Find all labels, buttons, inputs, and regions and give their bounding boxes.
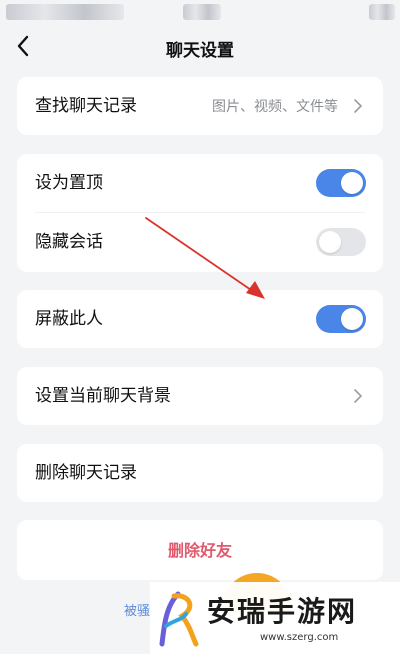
watermark-url: www.szerg.com: [260, 632, 339, 643]
search-history-hint: 图片、视频、文件等: [212, 99, 338, 115]
search-history-card: 查找聊天记录 图片、视频、文件等: [17, 77, 383, 135]
block-label: 屏蔽此人: [35, 309, 103, 329]
chevron-right-icon: [354, 389, 362, 403]
pin-toggle[interactable]: [316, 169, 366, 197]
toggle-knob: [319, 231, 341, 253]
search-history-label: 查找聊天记录: [35, 96, 137, 116]
status-bar-blur: [6, 4, 124, 20]
delete-friend-card: 删除好友: [17, 520, 383, 580]
pin-hide-card: 设为置顶 隐藏会话: [17, 154, 383, 272]
hide-label: 隐藏会话: [35, 232, 103, 252]
watermark-title: 安瑞手游网: [207, 595, 358, 628]
block-toggle[interactable]: [316, 305, 366, 333]
background-card: 设置当前聊天背景: [17, 367, 383, 425]
clear-history-label: 删除聊天记录: [35, 463, 137, 483]
clear-history-card: 删除聊天记录: [17, 444, 383, 502]
site-watermark: 安瑞手游网 www.szerg.com: [150, 582, 400, 654]
pin-row: 设为置顶: [17, 154, 383, 212]
search-history-row[interactable]: 查找聊天记录 图片、视频、文件等: [17, 77, 383, 135]
status-bar-blur: [183, 4, 221, 20]
block-row: 屏蔽此人: [17, 290, 383, 348]
page-title: 聊天设置: [166, 41, 234, 61]
watermark-logo-icon: [159, 591, 199, 647]
toggle-knob: [341, 308, 363, 330]
pin-label: 设为置顶: [35, 173, 103, 193]
status-bar: [0, 0, 400, 24]
background-row[interactable]: 设置当前聊天背景: [17, 367, 383, 425]
hide-row: 隐藏会话: [17, 213, 383, 271]
block-card: 屏蔽此人: [17, 290, 383, 348]
nav-bar: 聊天设置: [0, 24, 400, 68]
clear-history-row[interactable]: 删除聊天记录: [17, 444, 383, 502]
delete-friend-button[interactable]: 删除好友: [17, 537, 383, 561]
status-bar-blur: [369, 4, 395, 20]
hide-toggle[interactable]: [316, 228, 366, 256]
background-label: 设置当前聊天背景: [35, 386, 171, 406]
chevron-right-icon: [354, 99, 362, 113]
report-link[interactable]: 被骚: [124, 600, 150, 619]
toggle-knob: [341, 172, 363, 194]
